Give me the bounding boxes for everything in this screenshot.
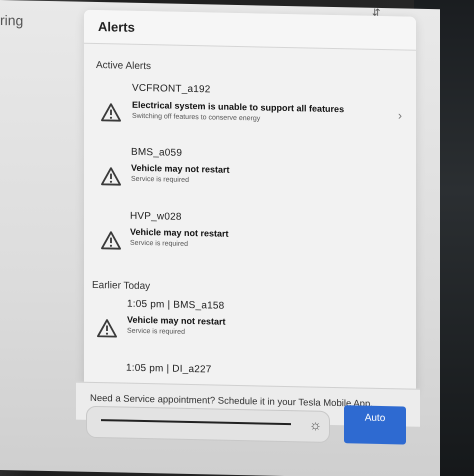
auto-button[interactable]: Auto	[344, 405, 406, 445]
alert-subtitle: Switching off features to conserve energ…	[132, 112, 261, 123]
brightness-slider[interactable]: ☼	[86, 405, 330, 443]
brightness-icon: ☼	[309, 416, 322, 433]
warning-icon	[101, 231, 121, 250]
alert-code: HVP_w028	[130, 210, 182, 223]
screen: ring ⇵ Alerts Active Alerts VCFRONT_a192…	[0, 0, 440, 476]
alert-code: VCFRONT_a192	[132, 82, 211, 96]
alert-code: 1:05 pm | DI_a227	[126, 362, 212, 376]
modal-header: Alerts	[84, 9, 416, 51]
alert-subtitle: Service is required	[131, 175, 189, 184]
alerts-modal: Alerts Active Alerts VCFRONT_a192 Electr…	[84, 9, 416, 395]
alert-title: Vehicle may not restart	[131, 162, 230, 175]
background-title: ring	[0, 12, 24, 29]
modal-title: Alerts	[98, 19, 135, 35]
section-label-active: Active Alerts	[96, 60, 152, 73]
alert-subtitle: Service is required	[130, 239, 188, 248]
alert-title: Electrical system is unable to support a…	[132, 99, 345, 115]
section-label-earlier: Earlier Today	[92, 279, 151, 293]
warning-icon	[97, 319, 117, 338]
alert-item[interactable]: VCFRONT_a192 Electrical system is unable…	[84, 78, 414, 141]
alert-item[interactable]: BMS_a059 Vehicle may not restart Service…	[84, 144, 414, 207]
alert-code: BMS_a059	[131, 146, 183, 159]
chevron-right-icon: ›	[398, 108, 402, 123]
alert-subtitle: Service is required	[127, 327, 185, 336]
alert-item[interactable]: 1:05 pm | BMS_a158 Vehicle may not resta…	[84, 294, 414, 357]
alert-item[interactable]: HVP_w028 Vehicle may not restart Service…	[84, 208, 414, 271]
alert-title: Vehicle may not restart	[130, 226, 229, 239]
warning-icon	[101, 167, 121, 186]
alert-code: 1:05 pm | BMS_a158	[127, 298, 225, 312]
warning-icon	[101, 103, 121, 122]
alert-title: Vehicle may not restart	[127, 314, 226, 327]
slider-track[interactable]	[101, 419, 291, 426]
